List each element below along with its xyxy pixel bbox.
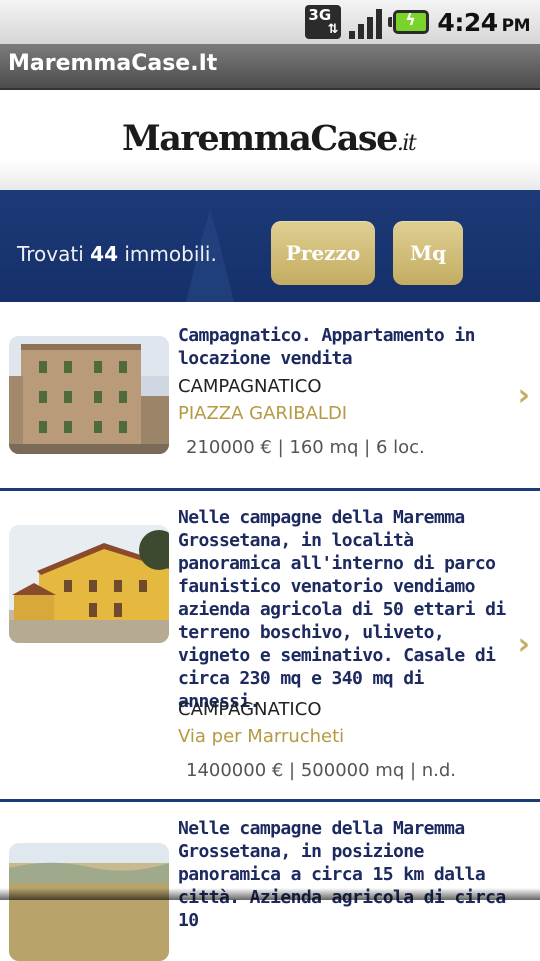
listing-item[interactable]: Campagnatico. Appartamento in locazione … [0,302,540,491]
listing-item[interactable]: Nelle campagne della Maremma Grossetana,… [0,802,540,961]
chevron-right-icon: › [517,627,530,662]
listing-photo [9,525,169,643]
listing-city: CAMPAGNATICO [178,376,322,397]
3g-data-icon: 3G ⇅ [305,5,342,39]
listing-photo [9,336,169,454]
results-toolbar: Trovati 44 immobili. Prezzo Mq [0,190,540,302]
brand-logo: MaremmaCase.it [122,118,417,159]
listing-meta: 210000 € | 160 mq | 6 loc. [186,437,425,458]
listing-photo [9,843,169,961]
battery-charging-icon: ϟ [388,10,430,34]
app-title: MaremmaCase.It [8,51,218,76]
sort-area-button[interactable]: Mq [393,221,463,285]
listing-city: CAMPAGNATICO [178,699,322,720]
app-title-bar: MaremmaCase.It [0,44,540,90]
listing-address: Via per Marrucheti [178,726,345,747]
listing-title: Campagnatico. Appartamento in locazione … [178,325,475,369]
chevron-right-icon: › [517,378,530,413]
listing-address: PIAZZA GARIBALDI [178,403,348,424]
listing-meta: 1400000 € | 500000 mq | n.d. [186,760,457,781]
status-bar: 3G ⇅ ϟ 4:24 PM [0,0,540,44]
sort-price-button[interactable]: Prezzo [271,221,375,285]
signal-icon [349,5,385,39]
clock: 4:24 PM [437,7,530,37]
logo-header: MaremmaCase.it [0,90,540,190]
listing-title: Nelle campagne della Maremma Grossetana,… [178,818,506,931]
listing-title: Nelle campagne della Maremma Grossetana,… [178,507,506,712]
bottom-shadow [0,888,540,900]
listing-item[interactable]: Nelle campagne della Maremma Grossetana,… [0,491,540,802]
results-count: Trovati 44 immobili. [17,242,217,266]
